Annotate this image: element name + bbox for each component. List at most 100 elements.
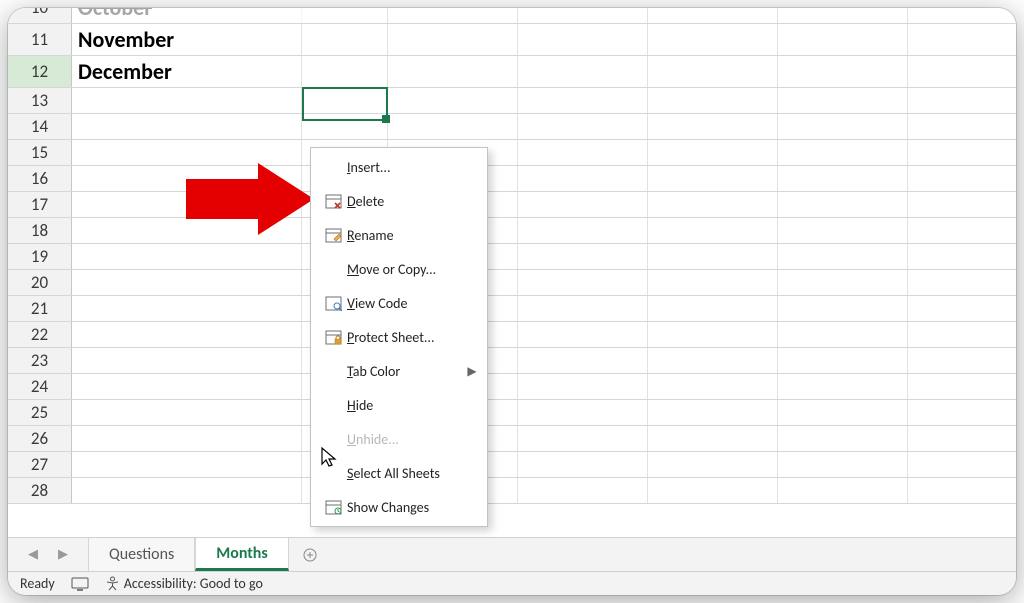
cell[interactable] [648,452,778,477]
cell[interactable] [778,400,908,425]
tab-months[interactable]: Months [195,538,289,571]
cell[interactable] [72,452,302,477]
cell[interactable] [908,56,1016,87]
cell[interactable] [518,426,648,451]
cell[interactable] [908,24,1016,55]
cell[interactable] [908,400,1016,425]
cell[interactable] [778,8,908,23]
cell[interactable] [302,8,388,23]
row-header[interactable]: 16 [8,166,72,191]
cell[interactable] [388,8,518,23]
cell[interactable] [648,140,778,165]
cell[interactable] [648,218,778,243]
cell[interactable] [518,296,648,321]
row-header[interactable]: 26 [8,426,72,451]
cell[interactable] [72,244,302,269]
row-header[interactable]: 12 [8,56,72,87]
cell[interactable] [72,270,302,295]
cell[interactable] [518,478,648,503]
cell[interactable] [648,88,778,113]
row-header[interactable]: 13 [8,88,72,113]
cell[interactable] [72,114,302,139]
cell[interactable] [648,270,778,295]
cell[interactable] [388,114,518,139]
menu-protect-sheet[interactable]: Protect Sheet... [311,320,487,354]
cell[interactable] [778,452,908,477]
cell[interactable] [72,478,302,503]
cell[interactable] [908,8,1016,23]
cell[interactable] [778,426,908,451]
cell[interactable] [908,452,1016,477]
cell[interactable] [72,88,302,113]
cell[interactable] [908,218,1016,243]
cell[interactable] [778,322,908,347]
row-header[interactable]: 15 [8,140,72,165]
cell[interactable] [648,374,778,399]
cell[interactable] [778,24,908,55]
row-header[interactable]: 18 [8,218,72,243]
cell[interactable] [778,192,908,217]
cell[interactable] [388,24,518,55]
menu-show-changes[interactable]: Show Changes [311,490,487,524]
cell[interactable] [72,166,302,191]
row-header[interactable]: 27 [8,452,72,477]
display-settings-icon[interactable] [71,577,89,591]
cell[interactable] [648,322,778,347]
cell[interactable] [518,24,648,55]
cell[interactable] [518,400,648,425]
cell[interactable] [648,192,778,217]
cell[interactable] [648,56,778,87]
menu-delete[interactable]: Delete [311,184,487,218]
cell[interactable] [908,426,1016,451]
cell[interactable] [908,166,1016,191]
cell[interactable] [518,56,648,87]
cell[interactable] [302,88,388,113]
accessibility-status[interactable]: Accessibility: Good to go [105,575,263,592]
row-header[interactable]: 11 [8,24,72,55]
row-header[interactable]: 28 [8,478,72,503]
menu-hide[interactable]: Hide [311,388,487,422]
cell[interactable] [518,348,648,373]
chevron-right-icon[interactable]: ▶ [58,547,68,562]
cell[interactable] [778,374,908,399]
cell[interactable] [778,244,908,269]
cell[interactable] [648,244,778,269]
cell[interactable] [518,166,648,191]
cell[interactable] [518,452,648,477]
row-header[interactable]: 25 [8,400,72,425]
sheet-nav-arrows[interactable]: ◀ ▶ [8,547,88,562]
chevron-left-icon[interactable]: ◀ [28,547,38,562]
cell[interactable] [778,218,908,243]
cell[interactable] [778,166,908,191]
cell[interactable] [908,192,1016,217]
cell[interactable] [648,166,778,191]
cell[interactable] [72,296,302,321]
cell[interactable]: December [72,56,302,87]
menu-tab-color[interactable]: Tab Color ▶ [311,354,487,388]
cell[interactable] [72,374,302,399]
cell[interactable] [518,374,648,399]
cell[interactable] [908,322,1016,347]
cell[interactable] [72,348,302,373]
cell[interactable] [518,322,648,347]
cell[interactable] [778,478,908,503]
cell[interactable] [778,114,908,139]
cell[interactable] [518,270,648,295]
new-sheet-button[interactable] [289,547,331,563]
cell[interactable] [908,478,1016,503]
cell[interactable] [648,426,778,451]
cell[interactable] [518,218,648,243]
menu-view-code[interactable]: View Code [311,286,487,320]
cell[interactable] [518,88,648,113]
cell[interactable] [518,140,648,165]
cell[interactable] [648,114,778,139]
cell[interactable] [778,270,908,295]
cell[interactable] [908,88,1016,113]
cell[interactable] [518,244,648,269]
cell[interactable]: November [72,24,302,55]
cell[interactable] [72,218,302,243]
row-header[interactable]: 23 [8,348,72,373]
cell[interactable] [302,56,388,87]
cell[interactable] [388,88,518,113]
row-header[interactable]: 17 [8,192,72,217]
